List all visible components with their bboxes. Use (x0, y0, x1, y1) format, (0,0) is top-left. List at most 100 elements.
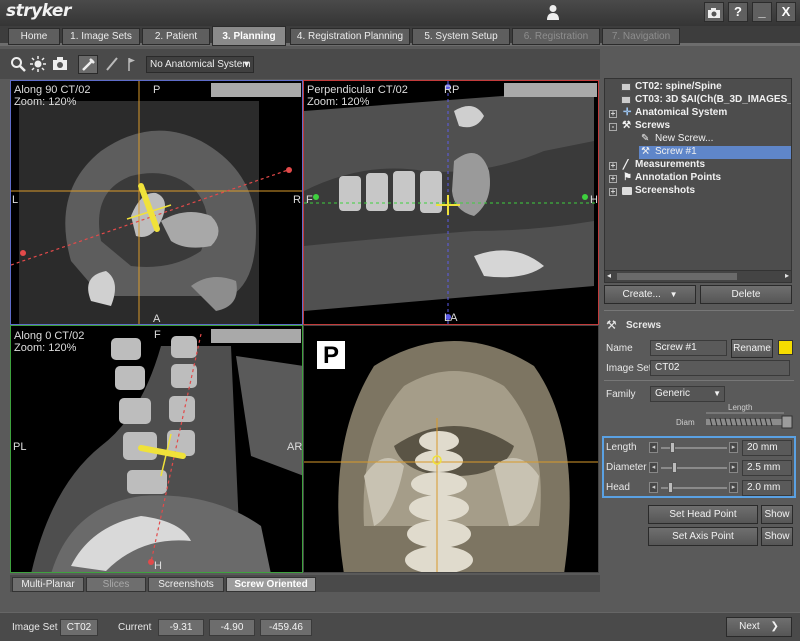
tab-image-sets[interactable]: 1. Image Sets (62, 28, 140, 45)
close-button[interactable]: X (776, 2, 796, 22)
orientation-right: AR (287, 441, 303, 453)
head-slider-thumb[interactable] (668, 482, 674, 493)
collapse-icon[interactable]: - (609, 123, 617, 131)
screw-tool-button[interactable] (78, 55, 98, 74)
tree-item-label: Anatomical System (635, 107, 728, 118)
image-set-value: CT02 (60, 619, 98, 636)
screenshot-icon[interactable] (52, 56, 68, 72)
minimize-button[interactable]: _ (752, 2, 772, 22)
scrollbar-thumb[interactable] (617, 273, 737, 280)
camera-icon (708, 8, 720, 18)
tree-item-ct02[interactable]: CT02: spine/Spine (605, 81, 791, 94)
tree-item-screws[interactable]: - ⚒ Screws (605, 120, 791, 133)
brightness-icon[interactable] (30, 56, 46, 72)
tab-screw-oriented[interactable]: Screw Oriented (226, 577, 316, 592)
viewport-perpendicular[interactable]: Perpendicular CT/02 Zoom: 120% RP LA F H (303, 80, 599, 325)
rename-button[interactable]: Rename (731, 339, 773, 358)
anatomical-system-select[interactable]: No Anatomical System ▼ (146, 56, 254, 73)
divider (604, 380, 794, 381)
viewport-3d[interactable]: P (303, 325, 599, 573)
tab-system-setup[interactable]: 5. System Setup (412, 28, 510, 45)
scroll-left-icon[interactable]: ◂ (607, 271, 611, 280)
tab-home[interactable]: Home (8, 28, 60, 45)
tree-item-label: Screw #1 (655, 146, 697, 157)
orientation-left: F (306, 194, 313, 206)
set-axis-point-button[interactable]: Set Axis Point (648, 527, 758, 546)
screw-color-swatch[interactable] (778, 340, 793, 355)
screw-icon: ⚒ (641, 146, 650, 157)
tab-navigation[interactable]: 7. Navigation (602, 28, 680, 45)
zoom-icon[interactable] (10, 56, 26, 72)
create-button[interactable]: Create... ▼ (604, 285, 696, 304)
tree-item-measurements[interactable]: + ╱ Measurements (605, 159, 791, 172)
increment-icon[interactable]: ▸ (729, 442, 738, 453)
next-button[interactable]: Next ❯ (726, 617, 792, 637)
increment-icon[interactable]: ▸ (729, 482, 738, 493)
title-bar: stryker ? _ X (0, 0, 800, 26)
tree-item-annotation-points[interactable]: + ⚑ Annotation Points (605, 172, 791, 185)
screw-image-set-field: CT02 (650, 360, 790, 376)
tab-screenshots[interactable]: Screenshots (148, 577, 224, 592)
expand-icon[interactable]: + (609, 188, 617, 196)
family-select[interactable]: Generic ▼ (650, 386, 725, 402)
decrement-icon[interactable]: ◂ (649, 462, 658, 473)
expand-icon[interactable]: + (609, 162, 617, 170)
orientation-top: P (153, 84, 161, 96)
annotation-flag-icon[interactable] (124, 56, 140, 72)
diameter-slider-thumb[interactable] (671, 462, 677, 473)
orientation-bottom: H (154, 560, 162, 572)
expand-icon[interactable]: + (609, 110, 617, 118)
viewport-zoom: Zoom: 120% (14, 96, 77, 108)
tree-item-new-screw[interactable]: ✎ New Screw... (605, 133, 791, 146)
tab-slices[interactable]: Slices (86, 577, 146, 592)
tab-multi-planar[interactable]: Multi-Planar (12, 577, 84, 592)
3d-skull-render (304, 341, 598, 572)
diameter-value-field[interactable]: 2.5 mm (742, 460, 792, 476)
tree-item-anatomical-system[interactable]: + ✛ Anatomical System (605, 107, 791, 120)
tree-item-screw-1[interactable]: ⚒ Screw #1 (639, 146, 791, 159)
current-y-value: -4.90 (209, 619, 255, 636)
image-set-label: Image Set (12, 622, 58, 633)
image-set-icon (621, 96, 631, 104)
viewport-slice-slider[interactable] (504, 83, 597, 97)
head-label: Head (606, 482, 630, 493)
user-icon[interactable] (546, 4, 560, 20)
show-axis-point-button[interactable]: Show (761, 527, 793, 546)
length-slider-thumb[interactable] (670, 442, 676, 453)
axis-icon: ✛ (623, 107, 632, 118)
create-label: Create... (622, 289, 661, 300)
tab-patient[interactable]: 2. Patient (142, 28, 210, 45)
viewport-along-0[interactable]: Along 0 CT/02 Zoom: 120% F H PL AR (10, 325, 303, 573)
camera-button[interactable] (704, 2, 724, 22)
tab-planning[interactable]: 3. Planning (212, 26, 286, 46)
family-label: Family (606, 389, 636, 400)
help-button[interactable]: ? (728, 2, 748, 22)
set-head-point-button[interactable]: Set Head Point (648, 505, 758, 524)
increment-icon[interactable]: ▸ (729, 462, 738, 473)
image-set-icon (621, 83, 631, 91)
tab-registration-planning[interactable]: 4. Registration Planning (290, 28, 410, 45)
viewport-slice-slider[interactable] (211, 329, 301, 343)
head-value-field[interactable]: 2.0 mm (742, 480, 792, 496)
screw-icon: ⚒ (622, 120, 631, 131)
tree-item-screenshots[interactable]: + Screenshots (605, 185, 791, 198)
scroll-right-icon[interactable]: ▸ (785, 271, 789, 280)
tree-item-ct03[interactable]: CT03: 3D $AI(Ch(B_3D_IMAGES_14 (605, 94, 791, 107)
expand-icon[interactable]: + (609, 175, 617, 183)
tree-item-label: CT03: 3D $AI(Ch(B_3D_IMAGES_14 (635, 94, 791, 105)
screw-name-field[interactable]: Screw #1 (650, 340, 727, 356)
diameter-slider-track[interactable] (661, 467, 727, 469)
delete-button[interactable]: Delete (700, 285, 792, 304)
decrement-icon[interactable]: ◂ (649, 442, 658, 453)
length-value-field[interactable]: 20 mm (742, 440, 792, 456)
orientation-cube[interactable]: P (316, 340, 346, 370)
viewport-slice-slider[interactable] (211, 83, 301, 97)
decrement-icon[interactable]: ◂ (649, 482, 658, 493)
viewport-along-90[interactable]: Along 90 CT/02 Zoom: 120% P A L R (10, 80, 303, 325)
measure-icon[interactable] (104, 56, 120, 72)
viewport-title: Along 0 CT/02 (14, 330, 85, 342)
tab-registration[interactable]: 6. Registration (512, 28, 600, 45)
diagram-diam-label: Diam (676, 418, 695, 427)
show-head-point-button[interactable]: Show (761, 505, 793, 524)
tree-horizontal-scrollbar[interactable]: ◂ ▸ (605, 270, 791, 282)
